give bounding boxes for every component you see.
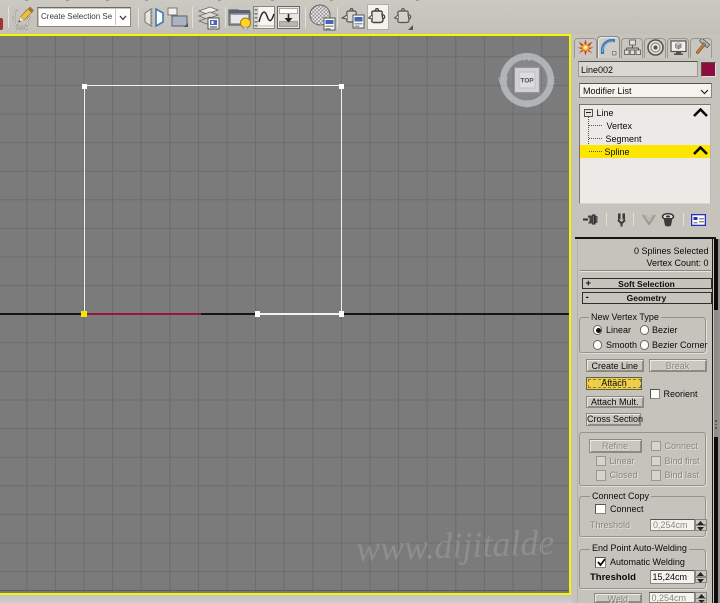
svg-text:N: N <box>523 52 531 64</box>
svg-text:E: E <box>548 75 555 87</box>
svg-text:ABC: ABC <box>16 26 29 31</box>
svg-text:TOP: TOP <box>520 77 534 84</box>
svg-text:{: { <box>12 7 18 26</box>
svg-text:W: W <box>498 75 508 87</box>
svg-text:S: S <box>523 98 530 109</box>
